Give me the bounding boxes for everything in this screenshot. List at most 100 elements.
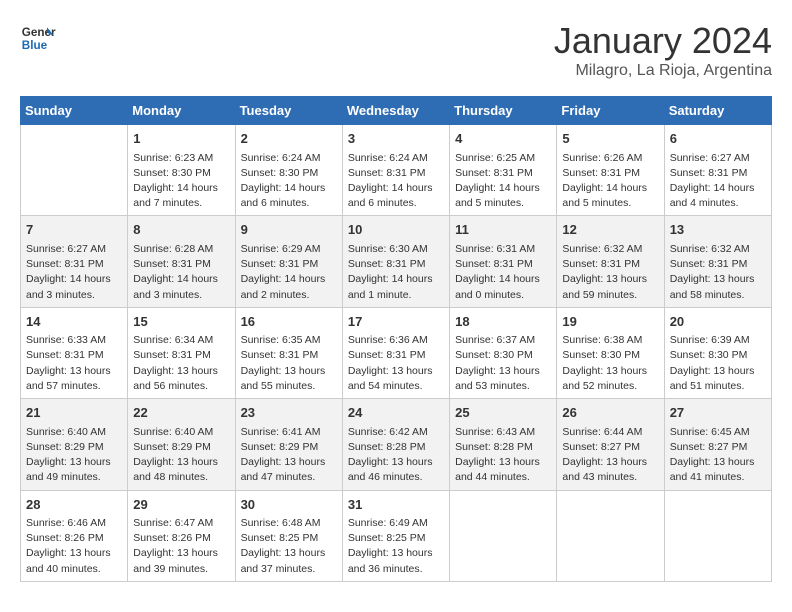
day-number: 28 bbox=[26, 495, 122, 515]
day-number: 22 bbox=[133, 403, 229, 423]
day-number: 30 bbox=[241, 495, 337, 515]
day-number: 18 bbox=[455, 312, 551, 332]
calendar-cell: 3Sunrise: 6:24 AMSunset: 8:31 PMDaylight… bbox=[342, 125, 449, 216]
day-number: 6 bbox=[670, 129, 766, 149]
day-info: Sunrise: 6:27 AMSunset: 8:31 PMDaylight:… bbox=[26, 242, 122, 303]
week-row-0: 1Sunrise: 6:23 AMSunset: 8:30 PMDaylight… bbox=[21, 125, 772, 216]
day-info: Sunrise: 6:35 AMSunset: 8:31 PMDaylight:… bbox=[241, 333, 337, 394]
header-sunday: Sunday bbox=[21, 97, 128, 125]
day-number: 24 bbox=[348, 403, 444, 423]
day-number: 3 bbox=[348, 129, 444, 149]
calendar-cell bbox=[557, 490, 664, 581]
calendar-cell: 21Sunrise: 6:40 AMSunset: 8:29 PMDayligh… bbox=[21, 399, 128, 490]
header-friday: Friday bbox=[557, 97, 664, 125]
day-number: 13 bbox=[670, 220, 766, 240]
calendar-cell: 10Sunrise: 6:30 AMSunset: 8:31 PMDayligh… bbox=[342, 216, 449, 307]
day-number: 25 bbox=[455, 403, 551, 423]
calendar-cell: 26Sunrise: 6:44 AMSunset: 8:27 PMDayligh… bbox=[557, 399, 664, 490]
location: Milagro, La Rioja, Argentina bbox=[554, 62, 772, 80]
day-info: Sunrise: 6:37 AMSunset: 8:30 PMDaylight:… bbox=[455, 333, 551, 394]
calendar-cell: 2Sunrise: 6:24 AMSunset: 8:30 PMDaylight… bbox=[235, 125, 342, 216]
logo-icon: General Blue bbox=[20, 20, 56, 56]
day-info: Sunrise: 6:24 AMSunset: 8:31 PMDaylight:… bbox=[348, 151, 444, 212]
day-info: Sunrise: 6:32 AMSunset: 8:31 PMDaylight:… bbox=[670, 242, 766, 303]
calendar-cell: 24Sunrise: 6:42 AMSunset: 8:28 PMDayligh… bbox=[342, 399, 449, 490]
day-number: 14 bbox=[26, 312, 122, 332]
calendar-cell: 11Sunrise: 6:31 AMSunset: 8:31 PMDayligh… bbox=[450, 216, 557, 307]
day-number: 10 bbox=[348, 220, 444, 240]
day-info: Sunrise: 6:38 AMSunset: 8:30 PMDaylight:… bbox=[562, 333, 658, 394]
calendar-cell: 9Sunrise: 6:29 AMSunset: 8:31 PMDaylight… bbox=[235, 216, 342, 307]
day-info: Sunrise: 6:32 AMSunset: 8:31 PMDaylight:… bbox=[562, 242, 658, 303]
day-info: Sunrise: 6:42 AMSunset: 8:28 PMDaylight:… bbox=[348, 425, 444, 486]
day-info: Sunrise: 6:47 AMSunset: 8:26 PMDaylight:… bbox=[133, 516, 229, 577]
calendar-cell: 5Sunrise: 6:26 AMSunset: 8:31 PMDaylight… bbox=[557, 125, 664, 216]
week-row-4: 28Sunrise: 6:46 AMSunset: 8:26 PMDayligh… bbox=[21, 490, 772, 581]
calendar-cell: 7Sunrise: 6:27 AMSunset: 8:31 PMDaylight… bbox=[21, 216, 128, 307]
calendar-cell: 31Sunrise: 6:49 AMSunset: 8:25 PMDayligh… bbox=[342, 490, 449, 581]
header-tuesday: Tuesday bbox=[235, 97, 342, 125]
header-saturday: Saturday bbox=[664, 97, 771, 125]
day-info: Sunrise: 6:34 AMSunset: 8:31 PMDaylight:… bbox=[133, 333, 229, 394]
calendar-cell: 1Sunrise: 6:23 AMSunset: 8:30 PMDaylight… bbox=[128, 125, 235, 216]
day-number: 1 bbox=[133, 129, 229, 149]
calendar-cell: 12Sunrise: 6:32 AMSunset: 8:31 PMDayligh… bbox=[557, 216, 664, 307]
calendar-cell bbox=[21, 125, 128, 216]
title-block: January 2024 Milagro, La Rioja, Argentin… bbox=[554, 20, 772, 80]
day-info: Sunrise: 6:48 AMSunset: 8:25 PMDaylight:… bbox=[241, 516, 337, 577]
day-number: 11 bbox=[455, 220, 551, 240]
day-info: Sunrise: 6:28 AMSunset: 8:31 PMDaylight:… bbox=[133, 242, 229, 303]
day-info: Sunrise: 6:36 AMSunset: 8:31 PMDaylight:… bbox=[348, 333, 444, 394]
day-number: 7 bbox=[26, 220, 122, 240]
day-number: 15 bbox=[133, 312, 229, 332]
calendar-cell: 25Sunrise: 6:43 AMSunset: 8:28 PMDayligh… bbox=[450, 399, 557, 490]
day-number: 20 bbox=[670, 312, 766, 332]
day-info: Sunrise: 6:46 AMSunset: 8:26 PMDaylight:… bbox=[26, 516, 122, 577]
calendar-cell: 19Sunrise: 6:38 AMSunset: 8:30 PMDayligh… bbox=[557, 307, 664, 398]
day-number: 8 bbox=[133, 220, 229, 240]
day-number: 12 bbox=[562, 220, 658, 240]
day-number: 4 bbox=[455, 129, 551, 149]
calendar-cell: 27Sunrise: 6:45 AMSunset: 8:27 PMDayligh… bbox=[664, 399, 771, 490]
day-info: Sunrise: 6:41 AMSunset: 8:29 PMDaylight:… bbox=[241, 425, 337, 486]
calendar-cell: 15Sunrise: 6:34 AMSunset: 8:31 PMDayligh… bbox=[128, 307, 235, 398]
header-thursday: Thursday bbox=[450, 97, 557, 125]
calendar-cell: 18Sunrise: 6:37 AMSunset: 8:30 PMDayligh… bbox=[450, 307, 557, 398]
day-number: 5 bbox=[562, 129, 658, 149]
day-info: Sunrise: 6:31 AMSunset: 8:31 PMDaylight:… bbox=[455, 242, 551, 303]
calendar-cell: 22Sunrise: 6:40 AMSunset: 8:29 PMDayligh… bbox=[128, 399, 235, 490]
header-monday: Monday bbox=[128, 97, 235, 125]
calendar-table: SundayMondayTuesdayWednesdayThursdayFrid… bbox=[20, 96, 772, 582]
day-info: Sunrise: 6:39 AMSunset: 8:30 PMDaylight:… bbox=[670, 333, 766, 394]
day-number: 21 bbox=[26, 403, 122, 423]
calendar-cell: 13Sunrise: 6:32 AMSunset: 8:31 PMDayligh… bbox=[664, 216, 771, 307]
day-info: Sunrise: 6:25 AMSunset: 8:31 PMDaylight:… bbox=[455, 151, 551, 212]
day-number: 2 bbox=[241, 129, 337, 149]
calendar-cell bbox=[450, 490, 557, 581]
day-info: Sunrise: 6:44 AMSunset: 8:27 PMDaylight:… bbox=[562, 425, 658, 486]
day-info: Sunrise: 6:30 AMSunset: 8:31 PMDaylight:… bbox=[348, 242, 444, 303]
calendar-cell: 14Sunrise: 6:33 AMSunset: 8:31 PMDayligh… bbox=[21, 307, 128, 398]
calendar-cell: 28Sunrise: 6:46 AMSunset: 8:26 PMDayligh… bbox=[21, 490, 128, 581]
day-number: 27 bbox=[670, 403, 766, 423]
calendar-cell: 30Sunrise: 6:48 AMSunset: 8:25 PMDayligh… bbox=[235, 490, 342, 581]
svg-text:Blue: Blue bbox=[22, 39, 48, 52]
calendar-cell: 20Sunrise: 6:39 AMSunset: 8:30 PMDayligh… bbox=[664, 307, 771, 398]
calendar-cell: 23Sunrise: 6:41 AMSunset: 8:29 PMDayligh… bbox=[235, 399, 342, 490]
logo: General Blue bbox=[20, 20, 56, 56]
day-number: 17 bbox=[348, 312, 444, 332]
day-number: 23 bbox=[241, 403, 337, 423]
day-info: Sunrise: 6:49 AMSunset: 8:25 PMDaylight:… bbox=[348, 516, 444, 577]
day-info: Sunrise: 6:40 AMSunset: 8:29 PMDaylight:… bbox=[26, 425, 122, 486]
day-info: Sunrise: 6:45 AMSunset: 8:27 PMDaylight:… bbox=[670, 425, 766, 486]
day-info: Sunrise: 6:43 AMSunset: 8:28 PMDaylight:… bbox=[455, 425, 551, 486]
calendar-cell: 29Sunrise: 6:47 AMSunset: 8:26 PMDayligh… bbox=[128, 490, 235, 581]
day-number: 9 bbox=[241, 220, 337, 240]
header-wednesday: Wednesday bbox=[342, 97, 449, 125]
calendar-cell: 6Sunrise: 6:27 AMSunset: 8:31 PMDaylight… bbox=[664, 125, 771, 216]
day-info: Sunrise: 6:27 AMSunset: 8:31 PMDaylight:… bbox=[670, 151, 766, 212]
day-info: Sunrise: 6:33 AMSunset: 8:31 PMDaylight:… bbox=[26, 333, 122, 394]
day-number: 16 bbox=[241, 312, 337, 332]
calendar-header-row: SundayMondayTuesdayWednesdayThursdayFrid… bbox=[21, 97, 772, 125]
calendar-cell: 17Sunrise: 6:36 AMSunset: 8:31 PMDayligh… bbox=[342, 307, 449, 398]
